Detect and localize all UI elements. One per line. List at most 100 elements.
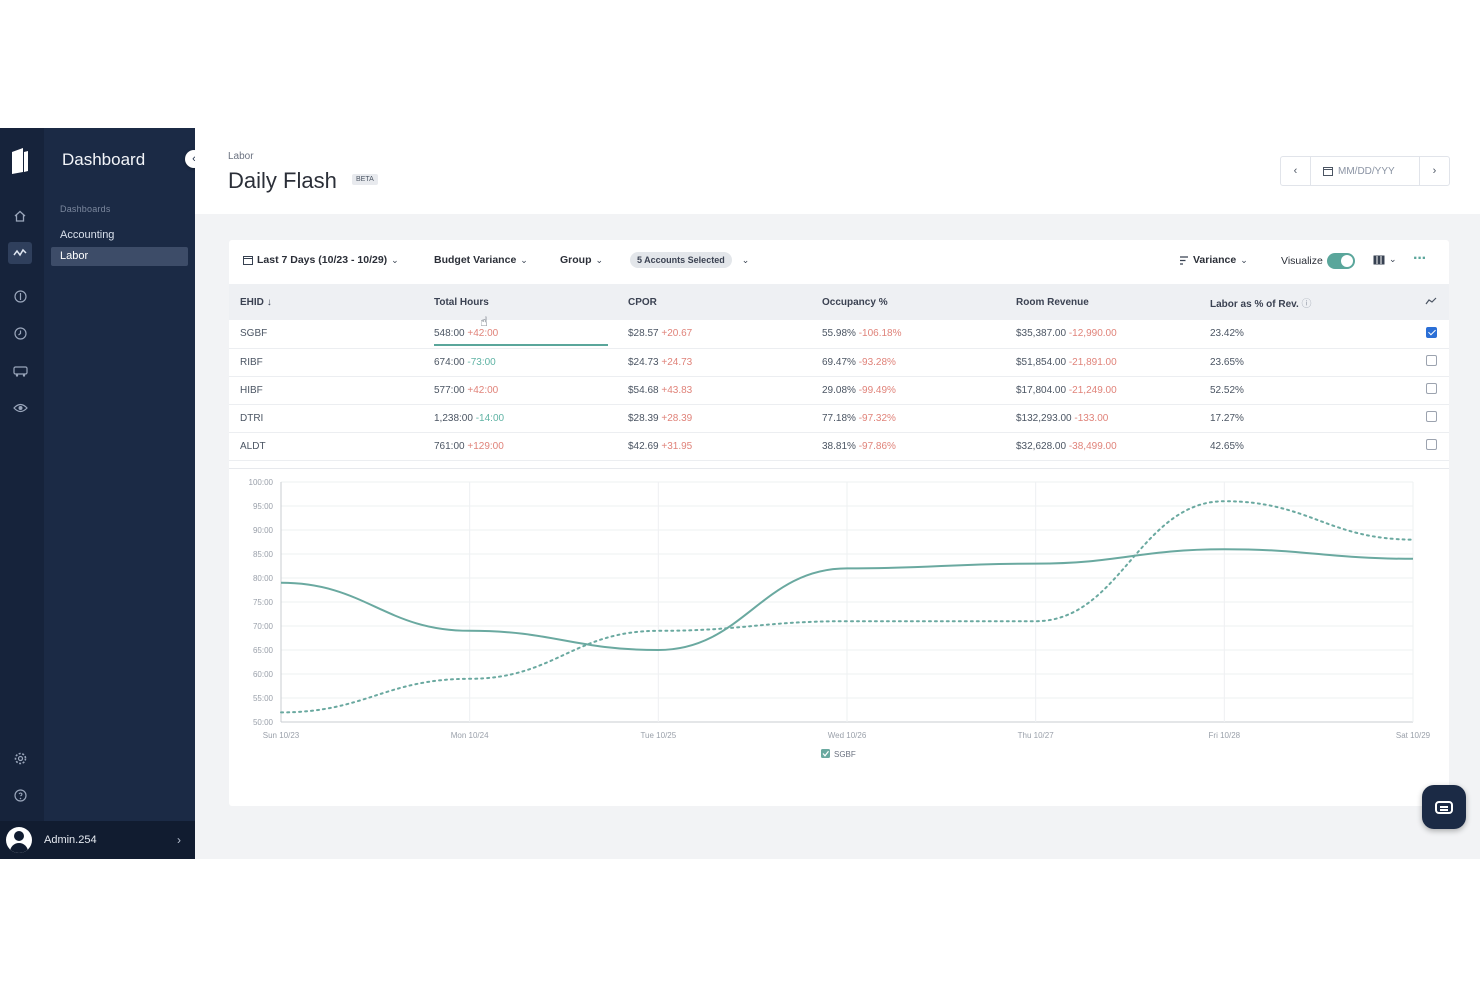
y-tick-label: 95:00 — [253, 502, 274, 511]
occupancy-cell: 77.18% -97.32% — [822, 412, 896, 424]
sidebar-section-label: Dashboards — [60, 204, 111, 214]
chat-button[interactable] — [1422, 785, 1466, 829]
table-row[interactable]: RIBF 674:00 -73:00 $24.73 +24.73 69.47% -93… — [229, 348, 1449, 376]
group-dropdown[interactable]: Group ⌄ — [560, 254, 603, 266]
user-menu[interactable]: Admin.254 › — [0, 821, 195, 859]
hours-variance: -73:00 — [467, 356, 496, 368]
calendar-icon — [243, 256, 253, 265]
occupancy-cell: 29.08% -99.49% — [822, 384, 896, 396]
labor-pct-cell: 23.42% — [1210, 328, 1244, 340]
occupancy-cell: 55.98% -106.18% — [822, 328, 902, 340]
date-navigator: ‹ MM/DD/YYY › — [1280, 156, 1450, 186]
cpor-variance: +20.67 — [661, 328, 693, 340]
clock-icon[interactable] — [10, 323, 30, 343]
row-checkbox-cell — [1393, 348, 1449, 376]
cpor-variance: +28.39 — [661, 412, 693, 424]
table-row[interactable]: DTRI 1,238:00 -14:00 $28.39 +28.39 77.18% -… — [229, 404, 1449, 432]
columns-dropdown[interactable]: ⌄ — [1373, 254, 1397, 265]
labor-pct-cell: 52.52% — [1210, 384, 1244, 396]
avatar — [6, 827, 32, 853]
dollar-icon[interactable] — [10, 286, 30, 306]
x-tick-label: Mon 10/24 — [451, 731, 489, 740]
sort-label: Variance — [1193, 254, 1237, 266]
column-header-total-hours[interactable]: Total Hours — [423, 284, 617, 320]
previous-date-button[interactable]: ‹ — [1281, 157, 1310, 185]
labor-pct-cell: 42.65% — [1210, 440, 1244, 452]
chevron-down-icon: ⌄ — [1240, 254, 1248, 265]
room-revenue-cell: $51,854.00 -21,891.00 — [1016, 356, 1117, 368]
metric-dropdown[interactable]: Budget Variance ⌄ — [434, 254, 528, 266]
help-icon[interactable] — [10, 785, 30, 805]
row-checkbox[interactable] — [1426, 411, 1437, 422]
report-card: Last 7 Days (10/23 - 10/29) ⌄ Budget Var… — [229, 240, 1449, 806]
revenue-variance: -21,249.00 — [1068, 384, 1117, 396]
bus-icon[interactable] — [10, 361, 30, 381]
report-toolbar: Last 7 Days (10/23 - 10/29) ⌄ Budget Var… — [229, 240, 1449, 284]
room-revenue-cell: $132,293.00 -133.00 — [1016, 412, 1109, 424]
column-header-ehid[interactable]: EHID ↓ — [229, 284, 423, 320]
column-header-room-revenue[interactable]: Room Revenue — [1005, 284, 1199, 320]
beta-badge: BETA — [352, 174, 378, 185]
visualize-toggle[interactable] — [1326, 253, 1355, 269]
chart-area: 100:00 95:00 90:00 85:00 80:00 75:00 70:00 65:0… — [229, 468, 1449, 806]
column-header-cpor[interactable]: CPOR — [617, 284, 811, 320]
ehid-cell: ALDT — [240, 440, 266, 452]
more-options-button[interactable]: ··· — [1413, 250, 1427, 268]
x-tick-label: Fri 10/28 — [1209, 731, 1241, 740]
table-row[interactable]: SGBF 548:00 +42:00 $28.57 +20.67 55.98% -10… — [229, 320, 1449, 348]
table-row[interactable]: HIBF 577:00 +42:00 $54.68 +43.83 29.08% -99… — [229, 376, 1449, 404]
y-tick-label: 80:00 — [253, 574, 274, 583]
date-range-dropdown[interactable]: Last 7 Days (10/23 - 10/29) ⌄ — [243, 254, 399, 266]
cpor-cell: $42.69 +31.95 — [628, 440, 693, 452]
row-checkbox[interactable] — [1426, 355, 1437, 366]
occupancy-variance: -99.49% — [858, 384, 896, 396]
next-date-button[interactable]: › — [1420, 157, 1449, 185]
y-tick-label: 90:00 — [253, 526, 274, 535]
trend-icon[interactable] — [1393, 284, 1449, 320]
row-checkbox[interactable] — [1426, 326, 1437, 338]
table-row[interactable]: ALDT 761:00 +129:00 $42.69 +31.95 38.81% -9… — [229, 432, 1449, 460]
revenue-variance: -12,990.00 — [1068, 328, 1117, 340]
total-hours-cell: 761:00 +129:00 — [434, 440, 504, 452]
calendar-icon — [1323, 167, 1333, 176]
sidebar-item-accounting[interactable]: Accounting — [51, 226, 188, 245]
y-tick-label: 65:00 — [253, 646, 274, 655]
table-body: SGBF 548:00 +42:00 $28.57 +20.67 55.98% -10… — [229, 320, 1449, 460]
sort-dropdown[interactable]: Variance ⌄ — [1179, 254, 1248, 266]
row-checkbox[interactable] — [1426, 383, 1437, 394]
chevron-down-icon: ⌄ — [520, 254, 528, 265]
occupancy-cell: 69.47% -93.28% — [822, 356, 896, 368]
y-tick-label: 55:00 — [253, 694, 274, 703]
sidebar-item-labor[interactable]: Labor — [51, 247, 188, 266]
total-hours-cell: 577:00 +42:00 — [434, 384, 499, 396]
y-tick-label: 100:00 — [249, 478, 274, 487]
y-tick-label: 85:00 — [253, 550, 274, 559]
activity-icon[interactable] — [8, 242, 32, 264]
x-tick-label: Sun 10/23 — [263, 731, 300, 740]
revenue-variance: -133.00 — [1074, 412, 1109, 424]
row-checkbox-cell — [1393, 432, 1449, 460]
date-field[interactable]: MM/DD/YYY — [1310, 157, 1420, 185]
icon-rail — [0, 128, 44, 859]
accounts-dropdown[interactable]: 5 Accounts Selected ⌄ — [630, 252, 749, 268]
brand-logo — [12, 148, 28, 174]
data-table: EHID ↓ Total Hours CPOR Occupancy % Room… — [229, 284, 1449, 461]
columns-icon — [1373, 255, 1385, 264]
visualize-label: Visualize — [1281, 255, 1323, 267]
legend-label[interactable]: SGBF — [834, 750, 856, 759]
gear-icon[interactable] — [10, 748, 30, 768]
breadcrumb[interactable]: Labor — [228, 151, 254, 162]
chat-icon — [1435, 800, 1453, 814]
line-chart: 100:00 95:00 90:00 85:00 80:00 75:00 70:00 65:0… — [249, 478, 1431, 759]
row-checkbox[interactable] — [1426, 439, 1437, 450]
room-revenue-cell: $32,628.00 -38,499.00 — [1016, 440, 1117, 452]
column-header-labor-pct[interactable]: Labor as % of Rev. ⓘ — [1199, 284, 1393, 320]
row-highlight-underline — [434, 344, 608, 346]
ehid-cell: HIBF — [240, 384, 263, 396]
info-icon[interactable]: ⓘ — [1302, 299, 1312, 310]
eye-icon[interactable] — [10, 398, 30, 418]
column-header-occupancy[interactable]: Occupancy % — [811, 284, 1005, 320]
ehid-cell: SGBF — [240, 328, 268, 340]
legend-swatch[interactable] — [821, 749, 830, 758]
home-icon[interactable] — [10, 206, 30, 226]
